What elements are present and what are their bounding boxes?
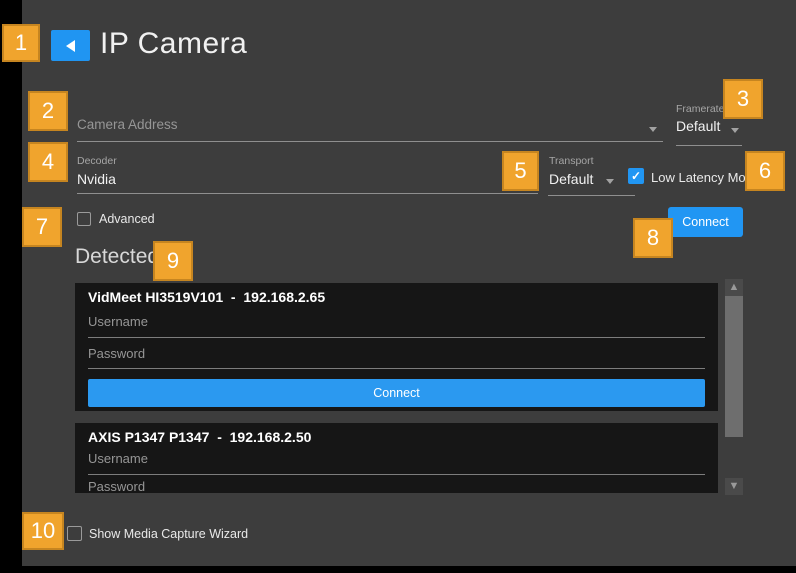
detected-camera-item: AXIS P1347 P1347 - 192.168.2.50	[75, 423, 718, 493]
camera-username-input[interactable]	[88, 313, 703, 330]
annotation-badge-1: 1	[2, 24, 40, 62]
scrollbar-thumb[interactable]	[725, 296, 743, 437]
username-underline	[88, 474, 705, 475]
scroll-up-icon[interactable]: ▲	[725, 279, 743, 296]
advanced-checkbox[interactable]	[77, 212, 91, 226]
advanced-label: Advanced	[99, 212, 155, 226]
ip-camera-dialog: IP Camera Framerate Default Decoder Nvid…	[0, 0, 796, 573]
detected-camera-list: VidMeet HI3519V101 - 192.168.2.65 Connec…	[75, 283, 718, 493]
framerate-underline	[676, 145, 742, 146]
camera-password-input[interactable]	[88, 345, 703, 362]
camera-connect-button[interactable]: Connect	[88, 379, 705, 407]
annotation-badge-4: 4	[28, 142, 68, 182]
camera-password-input[interactable]	[88, 478, 703, 493]
camera-title: AXIS P1347 P1347 - 192.168.2.50	[88, 429, 311, 445]
low-latency-label: Low Latency Mode	[651, 170, 760, 185]
transport-dropdown-icon[interactable]	[606, 179, 614, 184]
annotation-badge-10: 10	[22, 512, 64, 550]
decoder-select[interactable]: Nvidia	[77, 171, 116, 187]
annotation-badge-8: 8	[633, 218, 673, 258]
back-button[interactable]	[51, 30, 90, 61]
camera-address-underline	[77, 141, 663, 142]
transport-label: Transport	[549, 155, 594, 167]
camera-title: VidMeet HI3519V101 - 192.168.2.65	[88, 289, 325, 305]
decoder-underline	[77, 193, 538, 194]
detected-camera-item: VidMeet HI3519V101 - 192.168.2.65 Connec…	[75, 283, 718, 411]
annotation-badge-6: 6	[745, 151, 785, 191]
low-latency-checkbox[interactable]	[628, 168, 644, 184]
camera-address-input[interactable]	[77, 112, 637, 136]
page-title: IP Camera	[100, 27, 247, 61]
camera-address-dropdown-icon[interactable]	[649, 127, 657, 132]
bottom-border	[0, 566, 796, 573]
decoder-label: Decoder	[77, 155, 117, 167]
left-border	[0, 0, 22, 573]
framerate-select[interactable]: Default	[676, 118, 720, 134]
camera-username-input[interactable]	[88, 450, 703, 467]
framerate-dropdown-icon[interactable]	[731, 128, 739, 133]
annotation-badge-3: 3	[723, 79, 763, 119]
annotation-badge-9: 9	[153, 241, 193, 281]
transport-select[interactable]: Default	[549, 171, 593, 187]
show-wizard-label: Show Media Capture Wizard	[89, 527, 248, 541]
username-underline	[88, 337, 705, 338]
back-arrow-icon	[66, 40, 75, 52]
connect-button[interactable]: Connect	[668, 207, 743, 237]
detected-heading: Detected	[75, 245, 159, 269]
annotation-badge-2: 2	[28, 91, 68, 131]
list-scrollbar[interactable]: ▲ ▼	[725, 279, 743, 495]
scroll-down-icon[interactable]: ▼	[725, 478, 743, 495]
annotation-badge-5: 5	[502, 151, 539, 191]
annotation-badge-7: 7	[22, 207, 62, 247]
show-wizard-checkbox[interactable]	[67, 526, 82, 541]
password-underline	[88, 368, 705, 369]
transport-underline	[548, 195, 635, 196]
framerate-label: Framerate	[676, 103, 724, 115]
